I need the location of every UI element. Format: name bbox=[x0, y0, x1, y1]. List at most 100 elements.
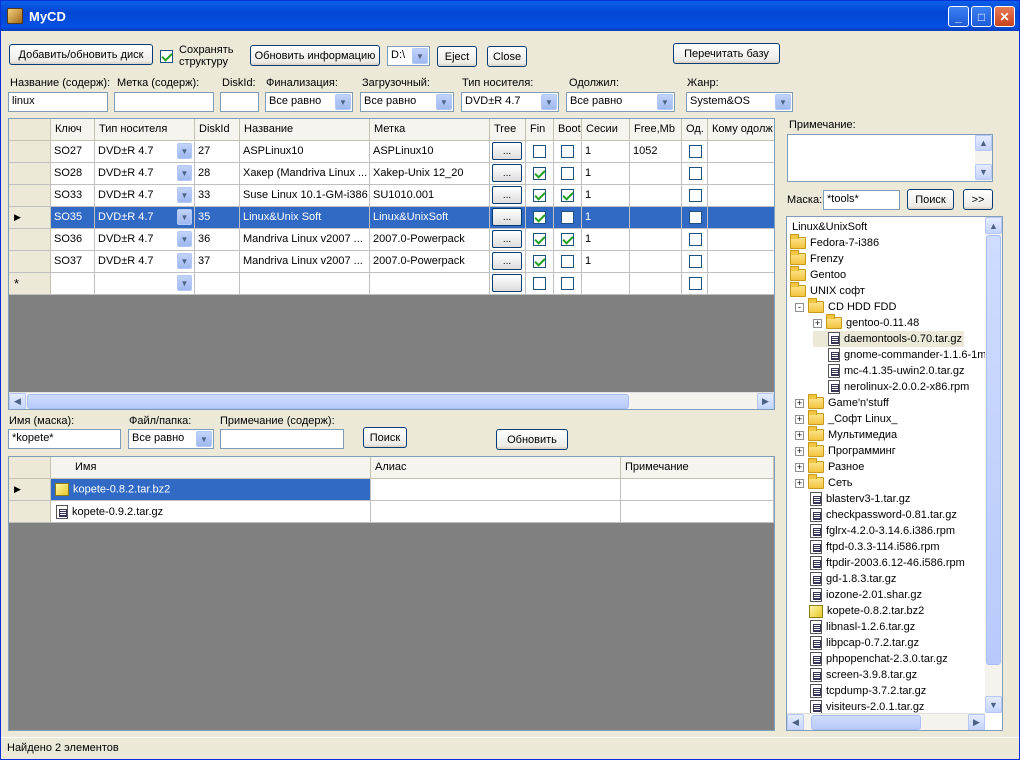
current-row-arrow-icon[interactable]: ▶ bbox=[9, 207, 51, 229]
genre-filter-select[interactable]: System&OS ▼ bbox=[686, 92, 793, 112]
tree-node[interactable]: kopete-0.8.2.tar.bz2 bbox=[795, 603, 924, 619]
lent-checkbox[interactable] bbox=[689, 211, 702, 224]
lent-checkbox[interactable] bbox=[689, 255, 702, 268]
col-label[interactable]: Метка bbox=[370, 119, 490, 141]
tree-next-button[interactable]: >> bbox=[963, 189, 993, 210]
cell-file-name[interactable]: kopete-0.9.2.tar.gz bbox=[51, 501, 371, 523]
tree-node[interactable]: gnome-commander-1.1.6-1mdv bbox=[813, 347, 998, 363]
tree-button[interactable]: ... bbox=[492, 142, 522, 160]
lent-checkbox[interactable] bbox=[689, 233, 702, 246]
file-tree[interactable]: Linux&UnixSoft Fedora-7-i386 Frenzy Gentoo U… bbox=[786, 216, 1003, 731]
tree-node[interactable]: screen-3.9.8.tar.gz bbox=[795, 667, 917, 683]
row-header[interactable] bbox=[9, 163, 51, 185]
row-header[interactable] bbox=[9, 185, 51, 207]
lent-checkbox[interactable] bbox=[689, 189, 702, 202]
scroll-thumb[interactable] bbox=[27, 394, 629, 409]
table-row[interactable]: ▶ SO35 DVD±R 4.7 ▼ 35 Linux&Unix Soft Linux&Un… bbox=[9, 207, 774, 229]
chevron-down-icon[interactable]: ▼ bbox=[177, 253, 192, 269]
boot-checkbox[interactable] bbox=[561, 255, 574, 268]
tree-node[interactable]: Gentoo bbox=[790, 266, 846, 283]
tree-node[interactable]: + Сеть bbox=[795, 474, 852, 491]
mask-input[interactable]: *kopete* bbox=[8, 429, 121, 449]
fin-checkbox[interactable] bbox=[533, 167, 546, 180]
col-diskid[interactable]: DiskId bbox=[195, 119, 240, 141]
chevron-down-icon[interactable]: ▼ bbox=[177, 209, 192, 225]
col-key[interactable]: Ключ bbox=[51, 119, 95, 141]
col-name[interactable]: Название bbox=[240, 119, 370, 141]
disks-grid[interactable]: Ключ Тип носителя DiskId Название Метка … bbox=[8, 118, 775, 410]
name-filter-input[interactable]: linux bbox=[8, 92, 108, 112]
add-update-disk-button[interactable]: Добавить/обновить диск bbox=[9, 44, 153, 65]
chevron-down-icon[interactable]: ▼ bbox=[177, 143, 192, 159]
tree-button[interactable]: ... bbox=[492, 186, 522, 204]
scroll-up-icon[interactable]: ▲ bbox=[985, 217, 1002, 234]
tree-node[interactable]: libpcap-0.7.2.tar.gz bbox=[795, 635, 919, 651]
lent-checkbox[interactable] bbox=[689, 167, 702, 180]
col-boot[interactable]: Boot bbox=[554, 119, 582, 141]
col-fin[interactable]: Fin bbox=[526, 119, 554, 141]
minimize-button[interactable]: _ bbox=[948, 6, 969, 27]
cell-media[interactable]: DVD±R 4.7 ▼ bbox=[95, 163, 195, 185]
chevron-down-icon[interactable]: ▼ bbox=[177, 231, 192, 247]
expand-icon[interactable]: + bbox=[795, 478, 804, 488]
scroll-down-icon[interactable]: ▼ bbox=[985, 696, 1002, 713]
table-row[interactable]: SO33 DVD±R 4.7 ▼ 33 Suse Linux 10.1-GM-i386 S… bbox=[9, 185, 774, 207]
tree-button[interactable]: ... bbox=[492, 164, 522, 182]
tree-button[interactable]: ... bbox=[492, 230, 522, 248]
lent-checkbox[interactable] bbox=[689, 277, 702, 290]
scroll-thumb[interactable] bbox=[811, 715, 921, 730]
row-header[interactable] bbox=[9, 501, 51, 523]
tree-node[interactable]: libnasl-1.2.6.tar.gz bbox=[795, 619, 915, 635]
tree-node[interactable]: Linux&UnixSoft bbox=[792, 219, 867, 235]
col-file-name[interactable]: Имя bbox=[51, 457, 371, 479]
current-row-arrow-icon[interactable]: ▶ bbox=[9, 479, 51, 501]
tree-node[interactable]: fglrx-4.2.0-3.14.6.i386.rpm bbox=[795, 523, 955, 539]
keep-structure-checkbox[interactable] bbox=[160, 50, 173, 63]
files-grid[interactable]: Имя Алиас Примечание ▶ kopete-0.8.2.tar.b… bbox=[8, 456, 775, 731]
scroll-left-icon[interactable]: ◀ bbox=[9, 393, 26, 409]
tree-node[interactable]: nerolinux-2.0.0.2-x86.rpm bbox=[813, 379, 969, 395]
tree-node[interactable]: + Разное bbox=[795, 458, 864, 475]
col-lent-to[interactable]: Кому одолж bbox=[708, 119, 774, 141]
row-header[interactable] bbox=[9, 141, 51, 163]
file-search-button[interactable]: Поиск bbox=[363, 427, 407, 448]
tree-node[interactable]: + Мультимедиа bbox=[795, 426, 897, 443]
cell-media[interactable]: DVD±R 4.7 ▼ bbox=[95, 185, 195, 207]
tree-mask-input[interactable]: *tools* bbox=[823, 190, 900, 210]
boot-checkbox[interactable] bbox=[561, 211, 574, 224]
tree-node[interactable]: - CD HDD FDD bbox=[795, 298, 896, 315]
cell-media[interactable]: DVD±R 4.7 ▼ bbox=[95, 229, 195, 251]
note-textarea[interactable]: ▲ ▼ bbox=[787, 134, 993, 182]
tree-node[interactable]: phpopenchat-2.3.0.tar.gz bbox=[795, 651, 948, 667]
chevron-down-icon[interactable]: ▼ bbox=[177, 165, 192, 181]
fin-checkbox[interactable] bbox=[533, 233, 546, 246]
tree-node[interactable]: + _Софт Linux_ bbox=[795, 410, 898, 427]
fin-checkbox[interactable] bbox=[533, 189, 546, 202]
note-scrollbar[interactable]: ▲ ▼ bbox=[975, 135, 992, 181]
fin-checkbox[interactable] bbox=[533, 277, 546, 290]
refresh-info-button[interactable]: Обновить информацию bbox=[250, 45, 380, 66]
expand-icon[interactable]: + bbox=[795, 414, 804, 424]
boot-checkbox[interactable] bbox=[561, 145, 574, 158]
col-free[interactable]: Free,Mb bbox=[630, 119, 682, 141]
boot-checkbox[interactable] bbox=[561, 167, 574, 180]
boot-filter-select[interactable]: Все равно ▼ bbox=[360, 92, 454, 112]
scroll-left-icon[interactable]: ◀ bbox=[787, 714, 804, 730]
expand-icon[interactable]: + bbox=[795, 462, 804, 472]
lent-checkbox[interactable] bbox=[689, 145, 702, 158]
drive-select[interactable]: D:\ ▼ bbox=[387, 46, 430, 66]
fin-checkbox[interactable] bbox=[533, 145, 546, 158]
tree-button[interactable] bbox=[492, 274, 522, 292]
col-note[interactable]: Примечание bbox=[621, 457, 774, 479]
col-sessions[interactable]: Сесии bbox=[582, 119, 630, 141]
refresh-files-button[interactable]: Обновить bbox=[496, 429, 568, 450]
tree-vscrollbar[interactable]: ▲ ▼ bbox=[985, 217, 1002, 713]
expand-icon[interactable]: + bbox=[795, 398, 804, 408]
tree-node[interactable]: tcpdump-3.7.2.tar.gz bbox=[795, 683, 926, 699]
maximize-button[interactable]: □ bbox=[971, 6, 992, 27]
boot-checkbox[interactable] bbox=[561, 233, 574, 246]
table-row[interactable]: ▶ kopete-0.8.2.tar.bz2 bbox=[9, 479, 774, 501]
scroll-right-icon[interactable]: ▶ bbox=[757, 393, 774, 409]
col-tree[interactable]: Tree bbox=[490, 119, 526, 141]
tree-button[interactable]: ... bbox=[492, 208, 522, 226]
